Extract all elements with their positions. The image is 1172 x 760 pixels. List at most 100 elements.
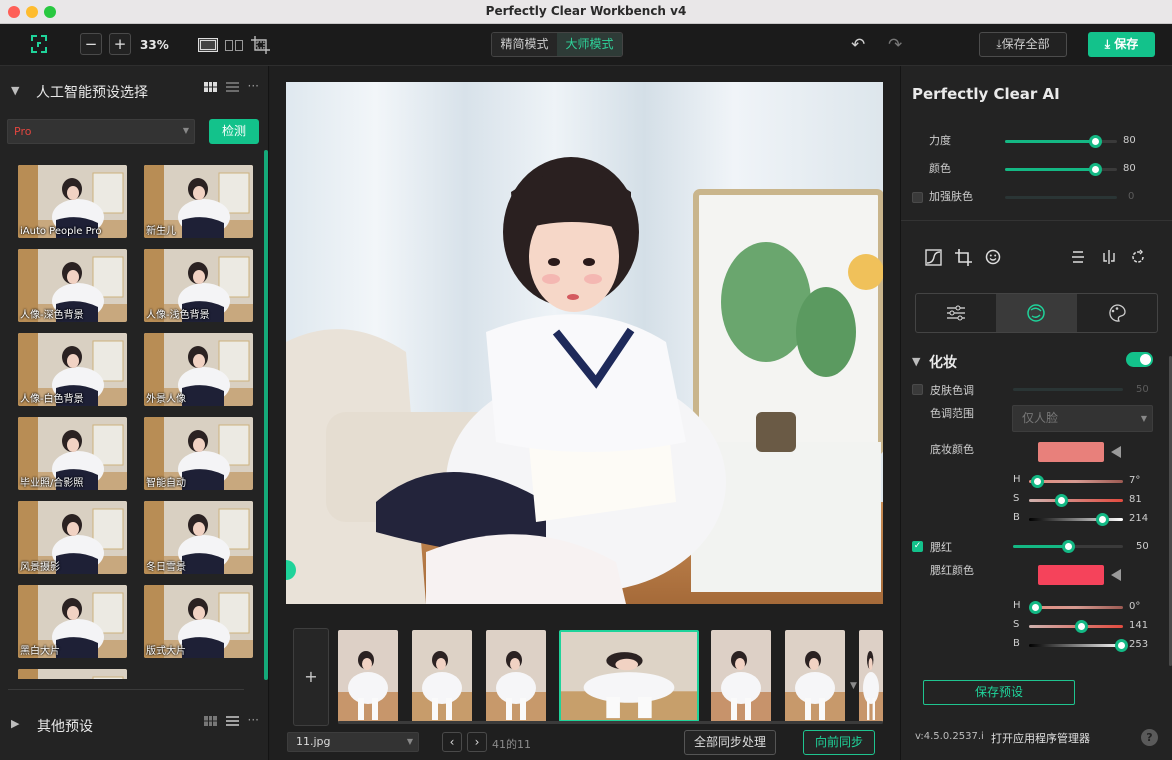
sync-forward-button[interactable]: 向前同步 — [803, 730, 875, 755]
filmstrip-item[interactable] — [412, 630, 472, 722]
curves-icon[interactable] — [925, 249, 942, 266]
chevron-down-icon: ▼ — [1140, 414, 1147, 423]
foundation-color-swatch[interactable] — [1038, 442, 1104, 462]
skin-tone-checkbox[interactable] — [912, 384, 923, 395]
preset-item[interactable]: 冬日雪景 — [144, 501, 253, 574]
preset-item[interactable]: 黑白大片 — [18, 585, 127, 658]
add-image-button[interactable]: + — [293, 628, 329, 726]
blush-knob[interactable] — [1062, 540, 1075, 553]
preset-item[interactable] — [18, 669, 127, 679]
hsb-b-knob[interactable] — [1115, 639, 1129, 652]
zoom-out-button[interactable]: − — [80, 33, 102, 55]
preset-scrollbar[interactable] — [264, 150, 268, 680]
hsb-b-knob[interactable] — [1096, 513, 1110, 526]
list-view-icon[interactable] — [225, 716, 239, 726]
more-options-icon[interactable]: ··· — [248, 714, 259, 726]
collapse-swatch-icon[interactable] — [1111, 569, 1121, 581]
preset-item[interactable]: iAuto People Pro — [18, 165, 127, 238]
color-knob[interactable] — [1088, 163, 1102, 176]
tab-makeup[interactable] — [996, 294, 1077, 332]
filmstrip-item[interactable] — [486, 630, 546, 722]
flip-horizontal-icon[interactable] — [1101, 249, 1117, 265]
redo-icon[interactable]: ↷ — [888, 35, 902, 55]
list-view-icon[interactable] — [225, 82, 239, 92]
face-icon[interactable] — [985, 249, 1001, 265]
more-options-icon[interactable]: ··· — [248, 80, 259, 92]
split-view-icon[interactable] — [225, 38, 243, 52]
filmstrip-scrollbar[interactable] — [338, 721, 883, 724]
color-slider[interactable] — [1005, 163, 1117, 176]
crop-view-icon[interactable] — [251, 36, 270, 54]
hsb-s-slider[interactable] — [1029, 494, 1123, 507]
strength-slider[interactable] — [1005, 135, 1117, 148]
preset-item[interactable]: 智能自动 — [144, 417, 253, 490]
hsb-h-knob[interactable] — [1030, 475, 1044, 488]
other-preset-section-header[interactable]: ▶ 其他预设 ··· — [0, 700, 269, 750]
ai-preset-section-header[interactable]: ▼ 人工智能预设选择 ··· — [0, 66, 269, 116]
grid-view-icon[interactable] — [203, 716, 217, 726]
hsb-h-knob[interactable] — [1028, 601, 1042, 614]
hsb-b-slider[interactable] — [1029, 639, 1129, 652]
preset-item[interactable]: 毕业照/合影照 — [18, 417, 127, 490]
skin-tone-slider[interactable] — [1013, 388, 1123, 391]
hsb-h-slider[interactable] — [1029, 475, 1123, 488]
tone-range-select[interactable]: 仅人脸 ▼ — [1012, 405, 1153, 432]
skin-enhance-slider[interactable] — [1005, 196, 1117, 199]
simple-mode-tab[interactable]: 精简模式 — [492, 33, 557, 56]
preset-item[interactable]: 版式大片 — [144, 585, 253, 658]
undo-icon[interactable]: ↶ — [851, 35, 865, 55]
filmstrip-item-selected[interactable] — [559, 630, 699, 722]
preset-item[interactable]: 外景人像 — [144, 333, 253, 406]
preset-item[interactable]: 风景摄影 — [18, 501, 127, 574]
save-button[interactable]: ⤓ 保存 — [1088, 32, 1155, 57]
filmstrip-item[interactable] — [711, 630, 771, 722]
app-manager-link[interactable]: 打开应用程序管理器 — [991, 730, 1090, 746]
blush-slider[interactable] — [1013, 540, 1123, 553]
hsb-b-slider[interactable] — [1029, 513, 1123, 526]
crop-icon[interactable] — [955, 249, 972, 266]
hsb-s-slider[interactable] — [1029, 620, 1123, 633]
filmstrip-item[interactable] — [338, 630, 398, 722]
makeup-toggle[interactable] — [1126, 352, 1153, 367]
hsb-h-slider[interactable] — [1028, 601, 1123, 614]
help-icon[interactable]: ? — [1141, 729, 1158, 746]
detect-button[interactable]: 检测 — [209, 119, 259, 144]
preset-item[interactable]: 人像-深色背景 — [18, 249, 127, 322]
rotate-icon[interactable] — [1130, 249, 1146, 265]
color-fill — [1005, 168, 1095, 171]
preset-category-value: Pro — [14, 125, 32, 138]
master-mode-tab[interactable]: 大师模式 — [557, 33, 622, 56]
save-all-button[interactable]: ⤓保存全部 — [979, 32, 1067, 57]
tab-adjustments[interactable] — [916, 294, 996, 332]
filmstrip-item[interactable] — [785, 630, 845, 722]
single-view-icon[interactable] — [198, 38, 218, 52]
sync-all-button[interactable]: 全部同步处理 — [684, 730, 776, 755]
file-select[interactable]: 11.jpg ▼ — [287, 732, 419, 752]
next-image-button[interactable]: › — [467, 732, 487, 752]
hsb-s-knob[interactable] — [1074, 620, 1088, 633]
strength-label: 力度 — [929, 134, 951, 147]
collapse-swatch-icon[interactable] — [1111, 446, 1121, 458]
zoom-in-button[interactable]: + — [109, 33, 131, 55]
preset-category-select[interactable]: Pro ▼ — [7, 119, 195, 144]
collapse-arrow-icon[interactable]: ▼ — [912, 355, 920, 368]
hsb-s-knob[interactable] — [1054, 494, 1068, 507]
preset-item[interactable]: 新生儿 — [144, 165, 253, 238]
filmstrip-toggle-icon[interactable]: ▼ — [850, 681, 857, 691]
collapse-arrow-icon[interactable]: ▼ — [11, 84, 19, 97]
filmstrip-item[interactable] — [859, 630, 883, 722]
blush-color-swatch[interactable] — [1038, 565, 1104, 585]
prev-image-button[interactable]: ‹ — [442, 732, 462, 752]
grid-view-icon[interactable] — [203, 82, 217, 92]
blush-checkbox[interactable]: ✓ — [912, 541, 923, 552]
skin-enhance-checkbox[interactable] — [912, 192, 923, 203]
preset-item[interactable]: 人像-白色背景 — [18, 333, 127, 406]
flip-vertical-icon[interactable] — [1071, 249, 1085, 265]
strength-knob[interactable] — [1088, 135, 1102, 148]
filmstrip-thumbnail — [785, 630, 845, 722]
tab-effects[interactable] — [1077, 294, 1157, 332]
save-preset-button[interactable]: 保存预设 — [923, 680, 1075, 705]
expand-arrow-icon[interactable]: ▶ — [11, 717, 19, 730]
main-photo[interactable] — [286, 82, 883, 604]
preset-item[interactable]: 人像-浅色背景 — [144, 249, 253, 322]
